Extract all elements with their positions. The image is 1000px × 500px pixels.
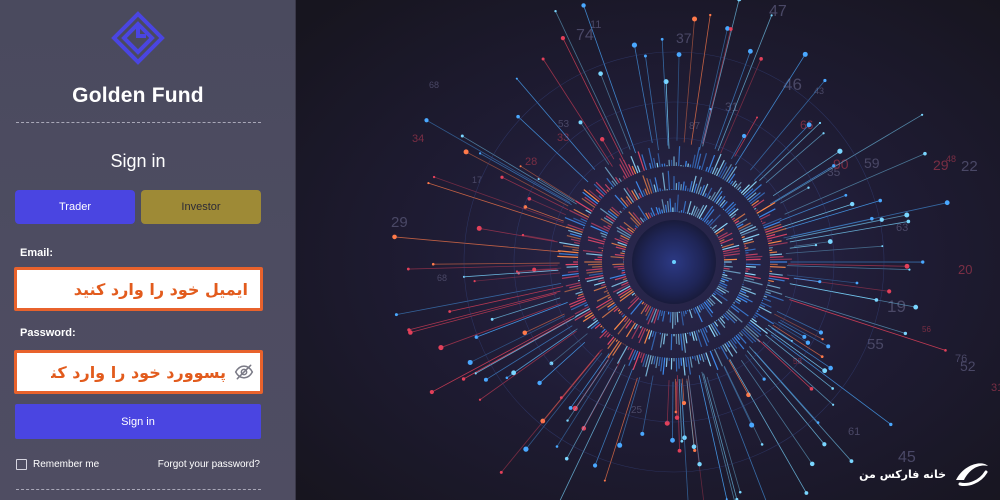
decorative-number: 90 bbox=[833, 156, 849, 172]
decorative-number: 59 bbox=[864, 155, 880, 171]
brand-logo-icon bbox=[111, 11, 165, 65]
signin-button[interactable]: Sign in bbox=[15, 404, 261, 439]
divider bbox=[16, 489, 261, 490]
watermark-text: خانه فارکس من bbox=[859, 467, 946, 481]
decorative-number: 19 bbox=[887, 297, 906, 316]
trader-role-button[interactable]: Trader bbox=[15, 190, 135, 224]
decorative-number: 34 bbox=[412, 133, 424, 145]
remember-me-label: Remember me bbox=[33, 459, 100, 470]
decorative-number: 48 bbox=[946, 154, 956, 164]
remember-me-checkbox[interactable] bbox=[16, 459, 27, 470]
decorative-number: 56 bbox=[922, 325, 931, 334]
remember-me-group: Remember me bbox=[16, 459, 99, 470]
decorative-number: 68 bbox=[437, 273, 447, 283]
decorative-number: 29 bbox=[391, 214, 408, 231]
decorative-number: 74 bbox=[576, 27, 594, 44]
divider bbox=[16, 122, 261, 123]
decorative-number: 22 bbox=[961, 158, 978, 175]
decorative-number: 37 bbox=[676, 30, 692, 46]
decorative-number: 76 bbox=[955, 353, 967, 365]
watermark-logo-icon bbox=[956, 463, 988, 486]
password-label: Password: bbox=[20, 327, 76, 339]
email-input[interactable] bbox=[17, 270, 260, 308]
brand-name: Golden Fund bbox=[72, 84, 204, 107]
decorative-number: 68 bbox=[429, 80, 439, 90]
login-panel: Golden Fund Sign in Trader Investor Emai… bbox=[0, 0, 296, 500]
watermark: خانه فارکس من bbox=[859, 458, 992, 490]
investor-role-button[interactable]: Investor bbox=[141, 190, 261, 224]
eye-slash-icon[interactable] bbox=[234, 362, 254, 382]
password-input[interactable] bbox=[17, 353, 260, 391]
forgot-password-link[interactable]: Forgot your password? bbox=[158, 459, 260, 470]
password-field-wrapper bbox=[14, 350, 263, 394]
decorative-number: 20 bbox=[958, 262, 972, 277]
data-burst-illustration: 8729524635451922665811433759311734256853… bbox=[296, 0, 1000, 500]
decorative-number: 63 bbox=[896, 222, 908, 234]
decorative-number: 25 bbox=[631, 405, 643, 416]
signin-heading: Sign in bbox=[110, 151, 166, 171]
decorative-number: 28 bbox=[525, 156, 537, 168]
decorative-number: 47 bbox=[769, 3, 787, 20]
decorative-number: 31 bbox=[991, 382, 1000, 394]
email-field-wrapper bbox=[14, 267, 263, 311]
decorative-number: 61 bbox=[848, 426, 860, 438]
email-label: Email: bbox=[20, 247, 54, 259]
